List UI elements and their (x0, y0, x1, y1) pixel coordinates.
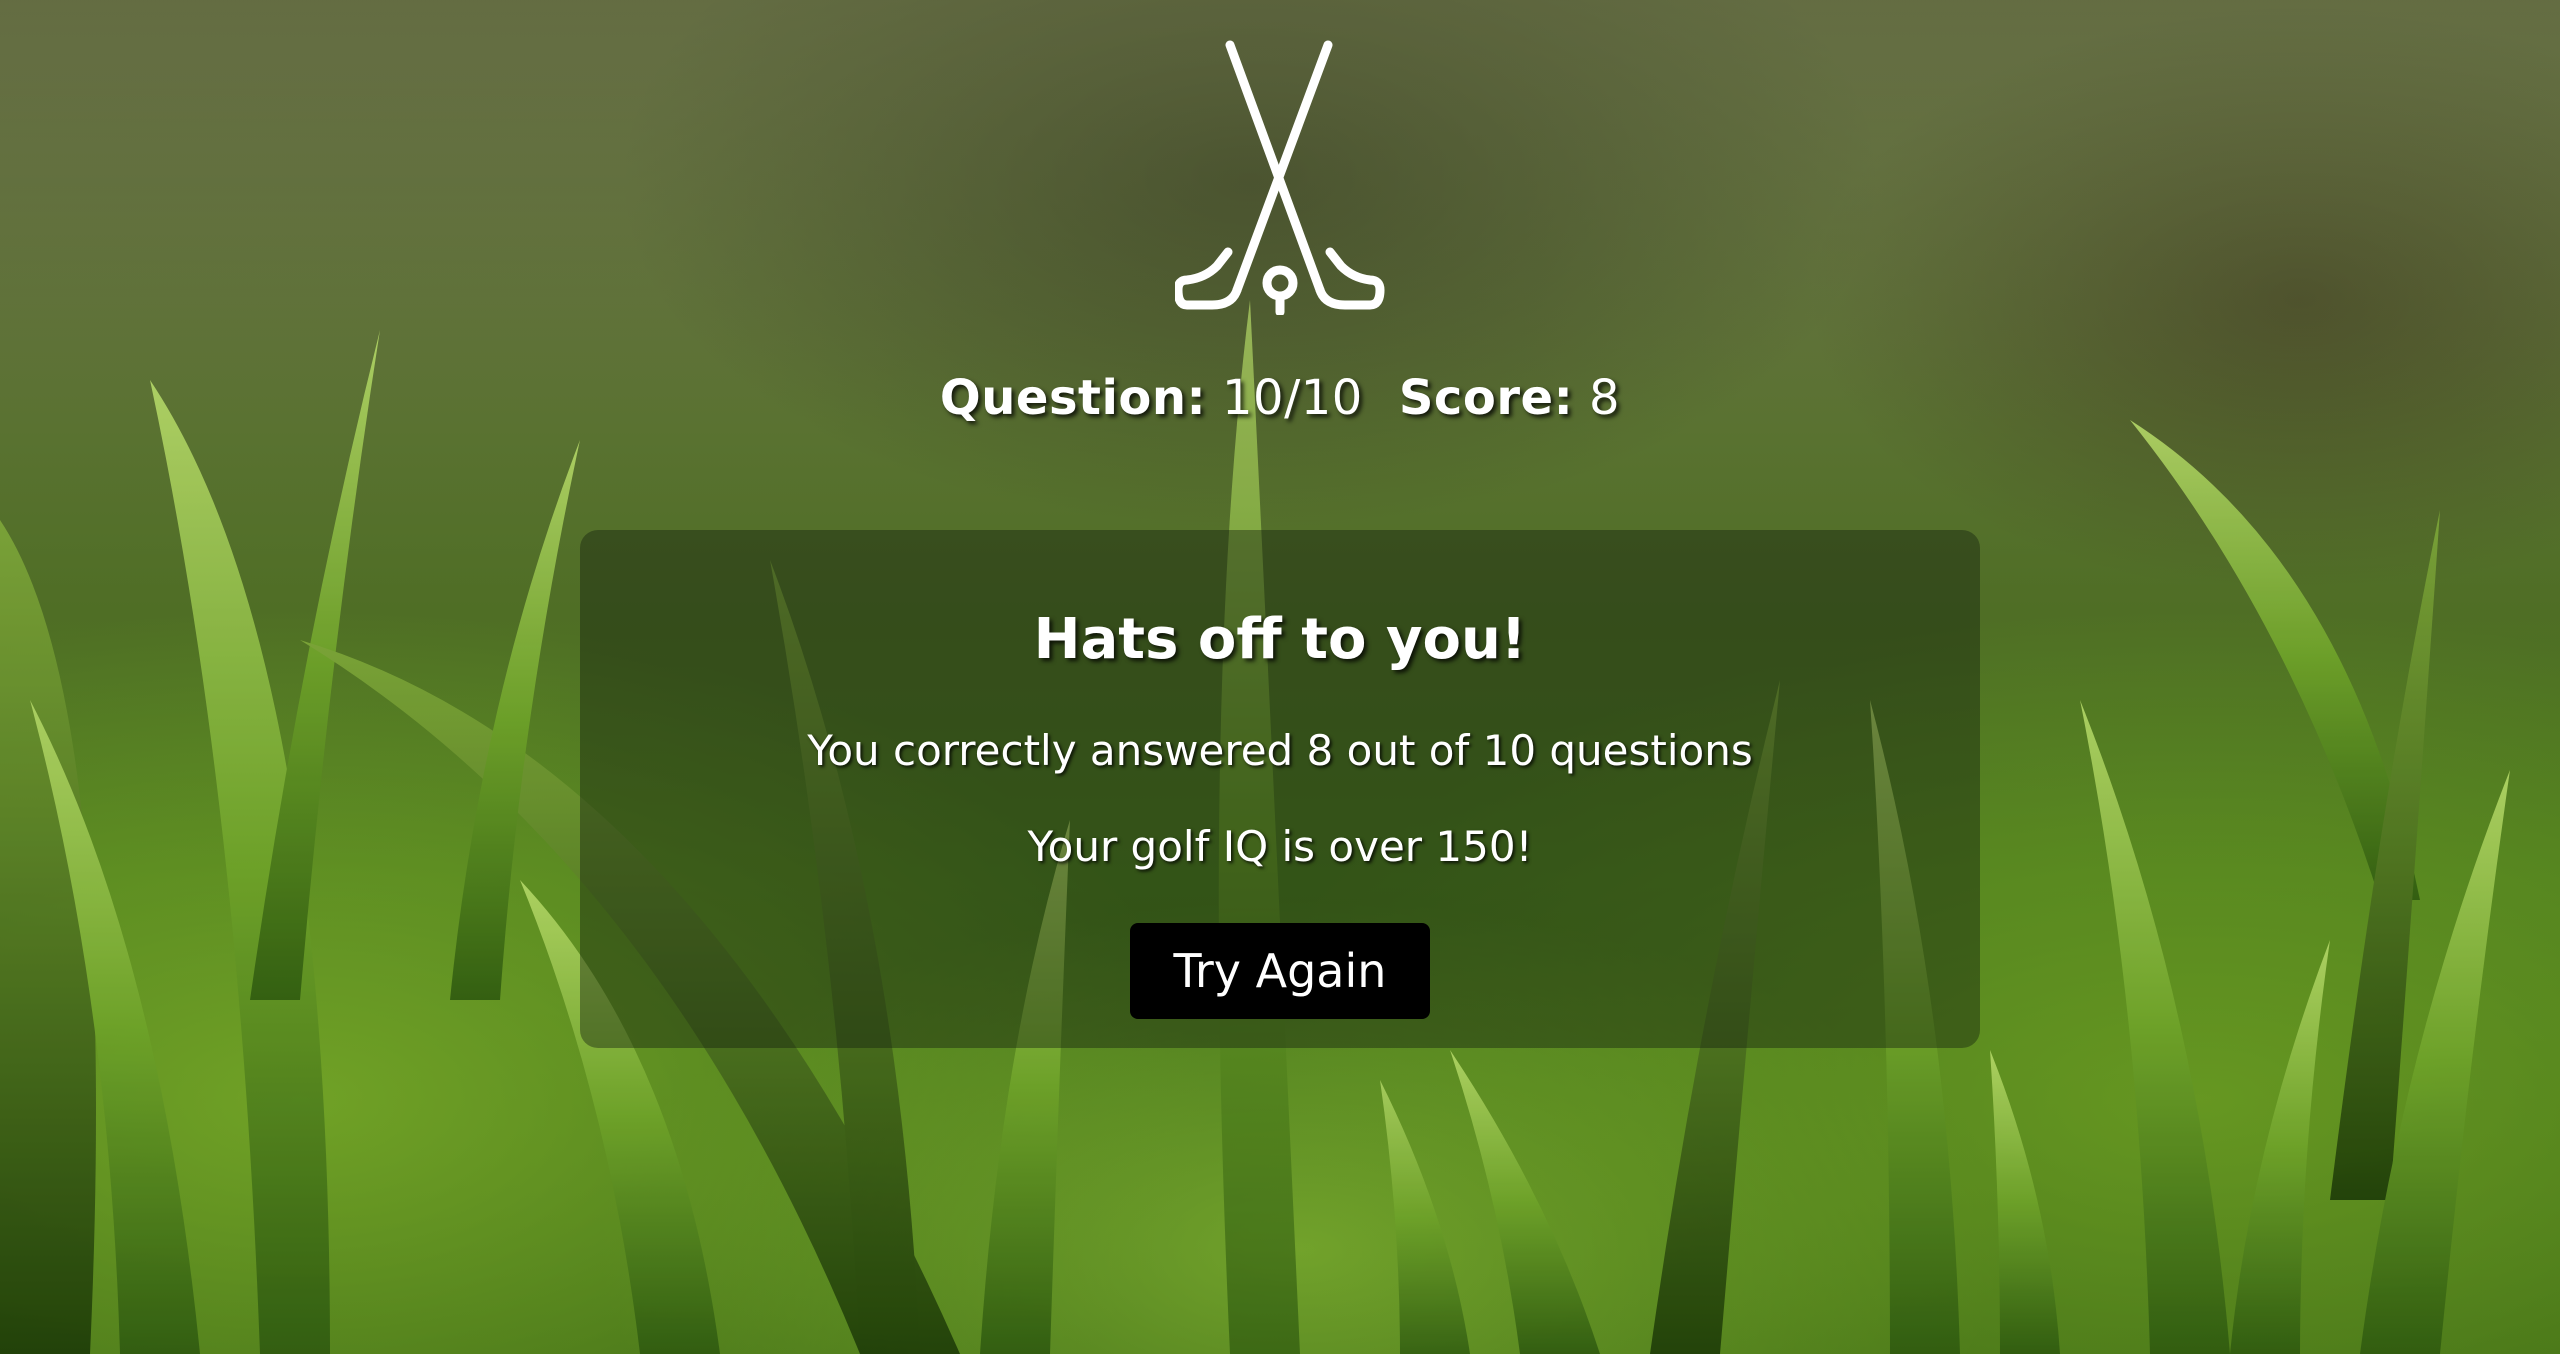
question-label: Question: (939, 370, 1207, 426)
crossed-golf-clubs-icon (1175, 40, 1385, 315)
result-panel: Hats off to you! You correctly answered … (580, 530, 1980, 1048)
try-again-button[interactable]: Try Again (1130, 923, 1430, 1019)
question-counter: Question: 10/10 (940, 370, 1363, 426)
golf-iq-message: Your golf IQ is over 150! (1027, 822, 1533, 871)
result-headline: Hats off to you! (1033, 607, 1527, 672)
score-value: 8 (1589, 370, 1621, 426)
score-counter: Score: 8 (1399, 370, 1620, 426)
score-bar: Question: 10/10 Score: 8 (0, 370, 2560, 426)
question-value: 10/10 (1222, 370, 1363, 426)
result-summary: You correctly answered 8 out of 10 quest… (807, 726, 1753, 775)
score-label: Score: (1398, 370, 1574, 426)
